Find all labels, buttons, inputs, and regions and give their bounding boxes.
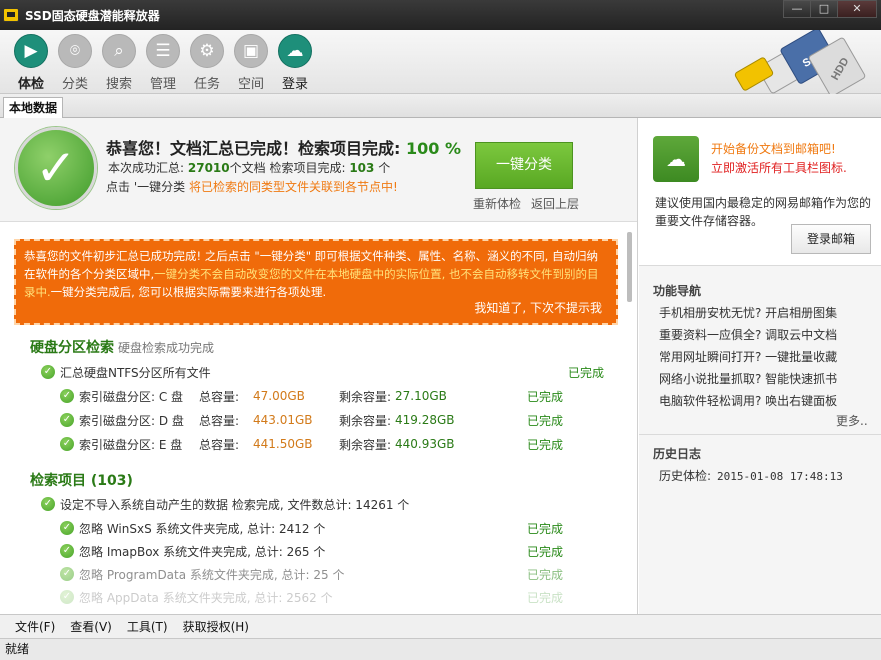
divider [639,434,881,435]
title-bar: SSD固态硬盘潜能释放器 — □ ✕ [0,0,881,30]
search-icon: ⌕ [102,34,136,68]
window-title: SSD固态硬盘潜能释放器 [25,8,160,23]
summary-title: 恭喜您！文档汇总已完成！检索项目完成: 100 % [106,139,461,158]
right-panel: ☁ 开始备份文档到邮箱吧! 立即激活所有工具栏图标. 建议使用国内最稳定的网易邮… [639,118,881,614]
play-icon: ▶ [14,34,48,68]
search-item-row: ✓ 忽略 ImapBox 系统文件夹完成, 总计: 265 个 已完成 [60,541,630,561]
menu-file[interactable]: 文件(F) [15,618,55,635]
menu-view[interactable]: 查看(V) [70,618,112,635]
list-item: ✓ 设定不导入系统自动产生的数据 检索完成, 文件数总计: 14261 个 [41,494,631,514]
success-check-icon: ✓ [15,127,97,209]
login-mailbox-button[interactable]: 登录邮箱 [791,224,871,254]
toolbar-search[interactable]: ⌕ 搜索 [97,34,141,92]
minimize-button[interactable]: — [783,0,811,18]
toolbar-checkup[interactable]: ▶ 体检 [9,34,53,92]
check-icon: ✓ [60,437,74,451]
cloud-mailbox-icon: ☁ [653,136,699,182]
toolbar-label: 任务 [193,77,220,92]
window-controls: — □ ✕ [783,0,877,18]
search-section-title: 检索项目 (103) [30,473,133,489]
partition-row: ✓ 索引磁盘分区: D 盘 总容量: 443.01GB 剩余容量: 419.28… [60,410,630,430]
nav-item[interactable]: 重要资料一应俱全? 调取云中文档 [659,326,837,343]
summary-counts: 本次成功汇总: 27010个文档 检索项目完成: 103 个 [108,161,391,175]
check-icon: ✓ [60,413,74,427]
search-item-row: ✓ 忽略 AppData 系统文件夹完成, 总计: 2562 个 已完成 [60,587,630,607]
ssd-hdd-brand-art: SSD HDD [734,30,866,94]
app-logo-icon [3,8,19,22]
close-button[interactable]: ✕ [837,0,877,18]
history-title: 历史日志 [653,447,702,461]
menu-tools[interactable]: 工具(T) [127,618,168,635]
menu-license[interactable]: 获取授权(H) [183,618,249,635]
check-icon: ✓ [60,389,74,403]
partition-row: ✓ 索引磁盘分区: C 盘 总容量: 47.00GB 剩余容量: 27.10GB… [60,386,630,406]
recheck-link[interactable]: 重新体检 [473,197,521,211]
nav-title: 功能导航 [653,284,702,298]
toolbar-label: 登录 [281,77,308,92]
history-entry: 历史体检: 2015-01-08 17:48:13 [659,469,843,483]
toolbar-label: 空间 [237,77,264,92]
dismiss-notice-link[interactable]: 我知道了, 下次不提示我 [474,299,602,317]
search-item-row: ✓ 忽略 ProgramData 系统文件夹完成, 总计: 25 个 已完成 [60,564,630,584]
toolbar-tasks[interactable]: ⚙ 任务 [185,34,229,92]
id-card-icon: ▣ [234,34,268,68]
tab-local-data[interactable]: 本地数据 [3,97,64,119]
back-link[interactable]: 返回上层 [531,197,579,211]
document-count: 27010 [187,161,230,175]
summary-links: 重新体检 返回上层 [473,195,589,212]
location-icon: ⌾ [58,34,92,68]
list-item: ✓ 汇总硬盘NTFS分区所有文件 已完成 [41,362,631,382]
check-icon: ✓ [60,590,74,604]
main-content: ✓ 恭喜您！文档汇总已完成！检索项目完成: 100 % 本次成功汇总: 2701… [0,118,638,614]
summary-hint: 点击 '一键分类 将已检索的同类型文件关联到各节点中! [106,180,398,194]
toolbar-manage[interactable]: ☰ 管理 [141,34,185,92]
vertical-scrollbar[interactable] [627,232,632,302]
item-count: 103 [349,161,375,175]
check-icon: ✓ [60,567,74,581]
nav-item[interactable]: 电脑软件轻松调用? 唤出右键面板 [659,392,837,409]
toolbar-label: 分类 [61,77,88,92]
cloud-icon: ☁ [278,34,312,68]
tab-strip: 本地数据 [0,94,881,119]
partition-row: ✓ 索引磁盘分区: E 盘 总容量: 441.50GB 剩余容量: 440.93… [60,434,630,454]
one-click-classify-button[interactable]: 一键分类 [475,142,573,189]
nav-item[interactable]: 常用网址瞬间打开? 一键批量收藏 [659,348,837,365]
search-item-row: ✓ 忽略 WinSxS 系统文件夹完成, 总计: 2412 个 已完成 [60,518,630,538]
classify-notice: 恭喜您的文件初步汇总已成功完成! 之后点击 "一键分类" 即可根据文件种类、属性… [14,239,618,325]
gear-icon: ⚙ [190,34,224,68]
nav-item[interactable]: 手机相册安枕无忧? 开启相册图集 [659,304,837,321]
check-icon: ✓ [60,544,74,558]
nav-item[interactable]: 网络小说批量抓取? 智能快速抓书 [659,370,837,387]
toolbar-label: 管理 [149,77,176,92]
disk-section-title: 硬盘分区检索 硬盘检索成功完成 [30,340,215,356]
menu-bar: 文件(F) 查看(V) 工具(T) 获取授权(H) [0,614,881,638]
check-icon: ✓ [41,497,55,511]
maximize-button[interactable]: □ [810,0,838,18]
summary-panel: ✓ 恭喜您！文档汇总已完成！检索项目完成: 100 % 本次成功汇总: 2701… [0,118,637,222]
toolbar-label: 搜索 [105,77,132,92]
more-link[interactable]: 更多.. [836,412,868,429]
completion-percent: 100 % [405,139,461,158]
activate-toolbar-link[interactable]: 立即激活所有工具栏图标. [711,159,847,176]
toolbar-label: 体检 [17,77,44,92]
toolbar-space[interactable]: ▣ 空间 [229,34,273,92]
toolbar-classify[interactable]: ⌾ 分类 [53,34,97,92]
toolbar-login[interactable]: ☁ 登录 [273,34,317,92]
check-icon: ✓ [60,521,74,535]
mail-backup-panel: ☁ 开始备份文档到邮箱吧! 立即激活所有工具栏图标. 建议使用国内最稳定的网易邮… [639,118,881,266]
main-toolbar: ▶ 体检 ⌾ 分类 ⌕ 搜索 ☰ 管理 ⚙ 任务 ▣ 空间 ☁ 登录 SSD H… [0,30,881,94]
check-icon: ✓ [41,365,55,379]
backup-prompt[interactable]: 开始备份文档到邮箱吧! [711,140,836,157]
status-bar: 就绪 [0,638,881,660]
list-icon: ☰ [146,34,180,68]
